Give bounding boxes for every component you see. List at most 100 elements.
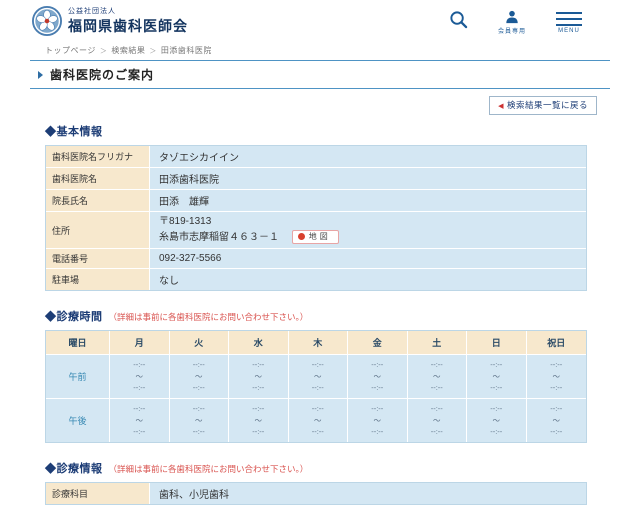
treatment-info-table: 診療科目 歯科、小児歯科 xyxy=(45,481,587,505)
hours-time-line: --:-- xyxy=(490,383,503,393)
org-name-label: 福岡県歯科医師会 xyxy=(68,18,188,34)
breadcrumb-separator: ＞ xyxy=(149,48,157,55)
hours-time-line: --:-- xyxy=(371,427,384,437)
search-icon xyxy=(450,10,468,28)
hours-time-line: --:-- xyxy=(550,383,563,393)
hours-slot-label: 午後 xyxy=(46,398,110,442)
hours-time-line: --:-- xyxy=(252,360,265,369)
map-button[interactable]: 地図 xyxy=(291,229,339,245)
hours-time-cell: --:-- ～ --:-- xyxy=(110,398,170,442)
table-row: 院長氏名 田添 雄輝 xyxy=(46,190,586,212)
hours-time-line: --:-- xyxy=(133,383,146,393)
members-only-button[interactable]: 会員専用 xyxy=(498,10,526,35)
hours-time-line: --:-- xyxy=(311,427,324,437)
info-value: 092-327-5566 xyxy=(150,249,586,269)
hours-time-line: --:-- xyxy=(133,403,146,413)
street-address: 糸島市志摩稲留４６３－１ xyxy=(159,231,279,243)
breadcrumb-current-page: 田添歯科医院 xyxy=(160,46,212,55)
hours-day-header: 火 xyxy=(169,331,229,355)
hours-time-line: ～ xyxy=(314,415,322,425)
hours-time-cell: --:-- ～ --:-- xyxy=(407,398,467,442)
hours-time-line: ～ xyxy=(433,415,441,425)
hours-time-line: --:-- xyxy=(311,360,324,369)
map-pin-icon xyxy=(297,232,305,240)
breadcrumb-separator: ＞ xyxy=(99,48,108,55)
back-button-label: 検索結果一覧に戻る xyxy=(506,100,588,110)
info-label: 電話番号 xyxy=(46,249,150,269)
treatment-note: （詳細は事前に各歯科医院にお問い合わせ下さい。） xyxy=(108,463,309,474)
basic-info-table: 歯科医院名フリガナ タゾエシカイイン 歯科医院名 田添歯科医院 院長氏名 田添 … xyxy=(45,145,587,291)
hours-heading: ◆診療時間 （詳細は事前に各歯科医院にお問い合わせ下さい。） xyxy=(45,311,309,323)
hours-time-cell: --:-- ～ --:-- xyxy=(288,355,348,399)
info-label: 住所 xyxy=(46,212,150,249)
hours-time-cell: --:-- ～ --:-- xyxy=(229,398,289,442)
association-emblem-icon xyxy=(32,6,62,36)
table-row: 歯科医院名 田添歯科医院 xyxy=(46,168,586,190)
hours-time-line: --:-- xyxy=(490,427,503,437)
hours-time-cell: --:-- ～ --:-- xyxy=(229,355,289,399)
page-title: 歯科医院のご案内 xyxy=(50,68,155,82)
hours-slot-label: 午前 xyxy=(46,355,110,399)
info-label: 歯科医院名フリガナ xyxy=(46,146,150,168)
hours-time-cell: --:-- ～ --:-- xyxy=(526,355,586,399)
members-only-label: 会員専用 xyxy=(497,28,526,35)
hours-time-line: --:-- xyxy=(371,383,384,393)
hours-time-line: --:-- xyxy=(192,383,205,393)
hours-time-line: --:-- xyxy=(311,403,324,413)
hours-time-cell: --:-- ～ --:-- xyxy=(288,398,348,442)
hours-time-line: --:-- xyxy=(252,403,265,413)
search-button[interactable] xyxy=(449,10,468,29)
hamburger-icon xyxy=(556,10,582,26)
menu-button[interactable]: MENU xyxy=(556,10,582,34)
hours-time-line: --:-- xyxy=(550,403,563,413)
info-value: 田添歯科医院 xyxy=(150,168,586,190)
hours-time-cell: --:-- ～ --:-- xyxy=(348,398,408,442)
hours-header-row: 曜日月火水木金土日祝日 xyxy=(46,331,586,355)
hours-time-line: ～ xyxy=(552,415,561,425)
hours-corner-header: 曜日 xyxy=(46,331,110,355)
hours-time-line: ～ xyxy=(135,371,144,381)
hours-day-header: 木 xyxy=(288,331,348,355)
back-to-search-results-button[interactable]: ◀ 検索結果一覧に戻る xyxy=(489,96,597,115)
info-value: 田添 雄輝 xyxy=(150,190,586,212)
hours-time-cell: --:-- ～ --:-- xyxy=(467,398,527,442)
hours-time-cell: --:-- ～ --:-- xyxy=(467,355,527,399)
hours-time-line: ～ xyxy=(433,371,441,381)
hours-time-line: --:-- xyxy=(133,360,146,369)
hours-time-cell: --:-- ～ --:-- xyxy=(526,398,586,442)
hours-time-line: --:-- xyxy=(430,360,443,369)
basic-info-heading: ◆基本情報 xyxy=(45,126,103,138)
breadcrumb-home-link[interactable]: トップページ xyxy=(45,46,96,55)
hours-time-line: ～ xyxy=(195,371,203,381)
hours-time-cell: --:-- ～ --:-- xyxy=(407,355,467,399)
hours-time-line: --:-- xyxy=(192,360,205,369)
breadcrumb: トップページ＞検索結果＞田添歯科医院 xyxy=(0,40,640,60)
info-value: 歯科、小児歯科 xyxy=(150,482,586,504)
breadcrumb-search-results-link[interactable]: 検索結果 xyxy=(111,46,145,55)
hours-day-header: 日 xyxy=(467,331,527,355)
hours-time-line: --:-- xyxy=(550,427,563,437)
hours-time-line: --:-- xyxy=(192,403,205,413)
postal-code: 〒819-1313 xyxy=(159,216,212,227)
table-row: 歯科医院名フリガナ タゾエシカイイン xyxy=(46,146,586,168)
info-value: 〒819-1313 糸島市志摩稲留４６３－１ 地図 xyxy=(150,212,586,249)
hours-time-line: ～ xyxy=(135,415,144,425)
info-value: なし xyxy=(150,269,586,290)
hours-day-header: 水 xyxy=(229,331,289,355)
hours-time-line: --:-- xyxy=(252,427,265,437)
site-logo-link[interactable]: 公益社団法人 福岡県歯科医師会 xyxy=(32,6,188,36)
map-button-label: 地図 xyxy=(308,231,331,241)
hours-time-line: --:-- xyxy=(133,427,146,437)
hours-time-line: --:-- xyxy=(371,403,384,413)
hours-time-line: ～ xyxy=(492,415,501,425)
hours-time-line: --:-- xyxy=(490,360,503,369)
hours-time-line: ～ xyxy=(195,415,203,425)
info-label: 院長氏名 xyxy=(46,190,150,212)
table-row: 駐車場 なし xyxy=(46,269,586,290)
hours-time-line: ～ xyxy=(373,415,382,425)
hours-time-line: ～ xyxy=(254,371,263,381)
hours-time-cell: --:-- ～ --:-- xyxy=(169,398,229,442)
hours-time-line: ～ xyxy=(314,371,322,381)
hours-day-header: 金 xyxy=(348,331,408,355)
org-type-label: 公益社団法人 xyxy=(68,8,116,15)
